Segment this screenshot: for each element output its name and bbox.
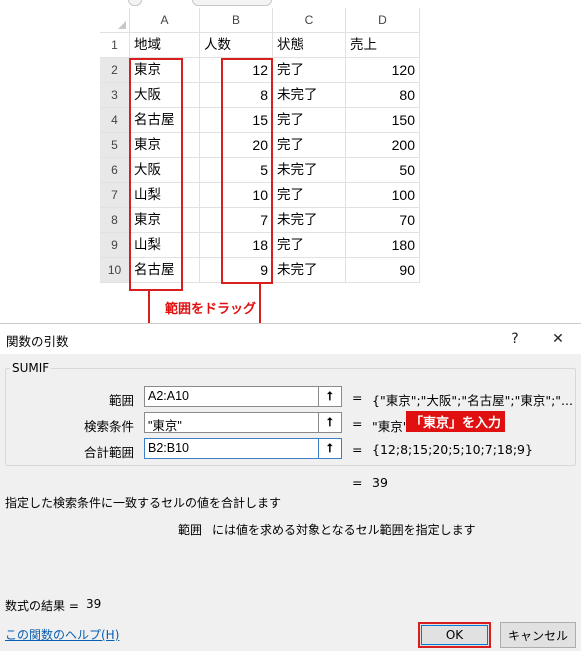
sheet-cell[interactable]: 12	[200, 58, 273, 83]
function-help-link[interactable]: この関数のヘルプ(H)	[5, 626, 119, 643]
sheet-cell[interactable]: 80	[346, 83, 420, 108]
sheet-cell[interactable]: 18	[200, 233, 273, 258]
upload-arrow-icon[interactable]: ⭡	[318, 438, 342, 459]
sheet-cell[interactable]: 7	[200, 208, 273, 233]
upload-arrow-icon[interactable]: ⭡	[318, 386, 342, 407]
formula-result-label: 数式の結果 =	[5, 599, 79, 613]
sheet-cell[interactable]: 完了	[273, 233, 346, 258]
help-icon[interactable]: ?	[505, 329, 525, 349]
function-description: 指定した検索条件に一致するセルの値を合計します	[5, 496, 282, 510]
sheet-cell[interactable]: 8	[200, 83, 273, 108]
sheet-cell[interactable]: 東京	[130, 208, 200, 233]
row-header[interactable]: 10	[100, 258, 130, 283]
row-header[interactable]: 5	[100, 133, 130, 158]
sheet-cell[interactable]: 完了	[273, 58, 346, 83]
row-header[interactable]: 6	[100, 158, 130, 183]
row-header[interactable]: 1	[100, 33, 130, 58]
sheet-cell[interactable]: 未完了	[273, 208, 346, 233]
sheet-cell[interactable]: 200	[346, 133, 420, 158]
sheet-cell[interactable]: 人数	[200, 33, 273, 58]
close-icon[interactable]: ✕	[548, 329, 568, 349]
column-header-c[interactable]: C	[273, 8, 346, 33]
equals-sign: =	[352, 442, 363, 457]
input-callout: 「東京」を入力	[406, 411, 506, 432]
sheet-cell[interactable]: 未完了	[273, 83, 346, 108]
sheet-cell[interactable]: 15	[200, 108, 273, 133]
sheet-cell[interactable]: 大阪	[130, 158, 200, 183]
criteria-input[interactable]: "東京"	[144, 412, 342, 433]
sum-range-input[interactable]: B2:B10	[144, 438, 342, 459]
sheet-cell[interactable]: 100	[346, 183, 420, 208]
column-header-a[interactable]: A	[130, 8, 200, 33]
sheet-cell[interactable]: 完了	[273, 108, 346, 133]
sheet-tab-stub	[192, 0, 272, 6]
upload-arrow-icon[interactable]: ⭡	[318, 412, 342, 433]
arg-help-name: 範囲	[178, 523, 203, 537]
sheet-cell[interactable]: 完了	[273, 133, 346, 158]
arg-label-sum-range: 合計範囲	[83, 445, 134, 460]
range-result: {"東京";"大阪";"名古屋";"東京";"...	[372, 393, 573, 408]
sheet-cell[interactable]: 東京	[130, 58, 200, 83]
dialog-title: 関数の引数	[6, 334, 69, 349]
sheet-cell[interactable]: 未完了	[273, 258, 346, 283]
sheet-cell[interactable]: 東京	[130, 133, 200, 158]
column-header-d[interactable]: D	[346, 8, 420, 33]
sheet-cell[interactable]: 売上	[346, 33, 420, 58]
row-header[interactable]: 3	[100, 83, 130, 108]
row-header[interactable]: 7	[100, 183, 130, 208]
sheet-cell[interactable]: 未完了	[273, 158, 346, 183]
sheet-cell[interactable]: 90	[346, 258, 420, 283]
sheet-cell[interactable]: 山梨	[130, 233, 200, 258]
sheet-cell[interactable]: 大阪	[130, 83, 200, 108]
drag-annotation: 範囲をドラッグ	[165, 302, 257, 317]
row-header[interactable]: 4	[100, 108, 130, 133]
criteria-result: "東京"	[372, 419, 409, 434]
formula-result-value: 39	[86, 597, 102, 611]
sheet-cell[interactable]: 150	[346, 108, 420, 133]
equals-sign: =	[352, 390, 363, 405]
sheet-cell[interactable]: 9	[200, 258, 273, 283]
sheet-cell[interactable]: 120	[346, 58, 420, 83]
sheet-cell[interactable]: 山梨	[130, 183, 200, 208]
column-header-b[interactable]: B	[200, 8, 273, 33]
sheet-cell[interactable]: 名古屋	[130, 108, 200, 133]
sheet-cell[interactable]: 10	[200, 183, 273, 208]
arg-label-criteria: 検索条件	[83, 419, 134, 434]
sheet-cell[interactable]: 180	[346, 233, 420, 258]
dialog-titlebar: 関数の引数 ? ✕	[0, 324, 581, 354]
cancel-button[interactable]: キャンセル	[500, 622, 576, 648]
ok-button[interactable]: OK	[418, 622, 491, 648]
sheet-cell[interactable]: 地域	[130, 33, 200, 58]
equals-sign: =	[352, 416, 363, 431]
sheet-cell[interactable]: 5	[200, 158, 273, 183]
overall-result: 39	[372, 475, 388, 490]
function-name: SUMIF	[10, 361, 52, 375]
sheet-cell[interactable]: 状態	[273, 33, 346, 58]
sheet-cell[interactable]: 50	[346, 158, 420, 183]
sheet-cell[interactable]: 名古屋	[130, 258, 200, 283]
sheet-cell[interactable]: 完了	[273, 183, 346, 208]
row-header[interactable]: 9	[100, 233, 130, 258]
row-header[interactable]: 8	[100, 208, 130, 233]
range-input[interactable]: A2:A10	[144, 386, 342, 407]
sum-range-result: {12;8;15;20;5;10;7;18;9}	[372, 442, 533, 457]
sheet-cell[interactable]: 20	[200, 133, 273, 158]
spreadsheet: A B C D 1 地域 人数 状態 売上 2 東京 12 完了 120 3 大阪 8 未完了 80 4 名古屋…	[100, 0, 420, 291]
arg-help-text: には値を求める対象となるセル範囲を指定します	[212, 523, 476, 537]
select-all-corner[interactable]	[100, 8, 130, 33]
sheet-tab-stub	[128, 0, 142, 6]
function-arguments-dialog: 関数の引数 ? ✕ SUMIF 範囲 A2:A10 ⭡ = {"東京";"大阪"…	[0, 323, 581, 651]
equals-sign: =	[352, 475, 363, 490]
sheet-cell[interactable]: 70	[346, 208, 420, 233]
arg-label-range: 範囲	[108, 393, 134, 408]
row-header[interactable]: 2	[100, 58, 130, 83]
